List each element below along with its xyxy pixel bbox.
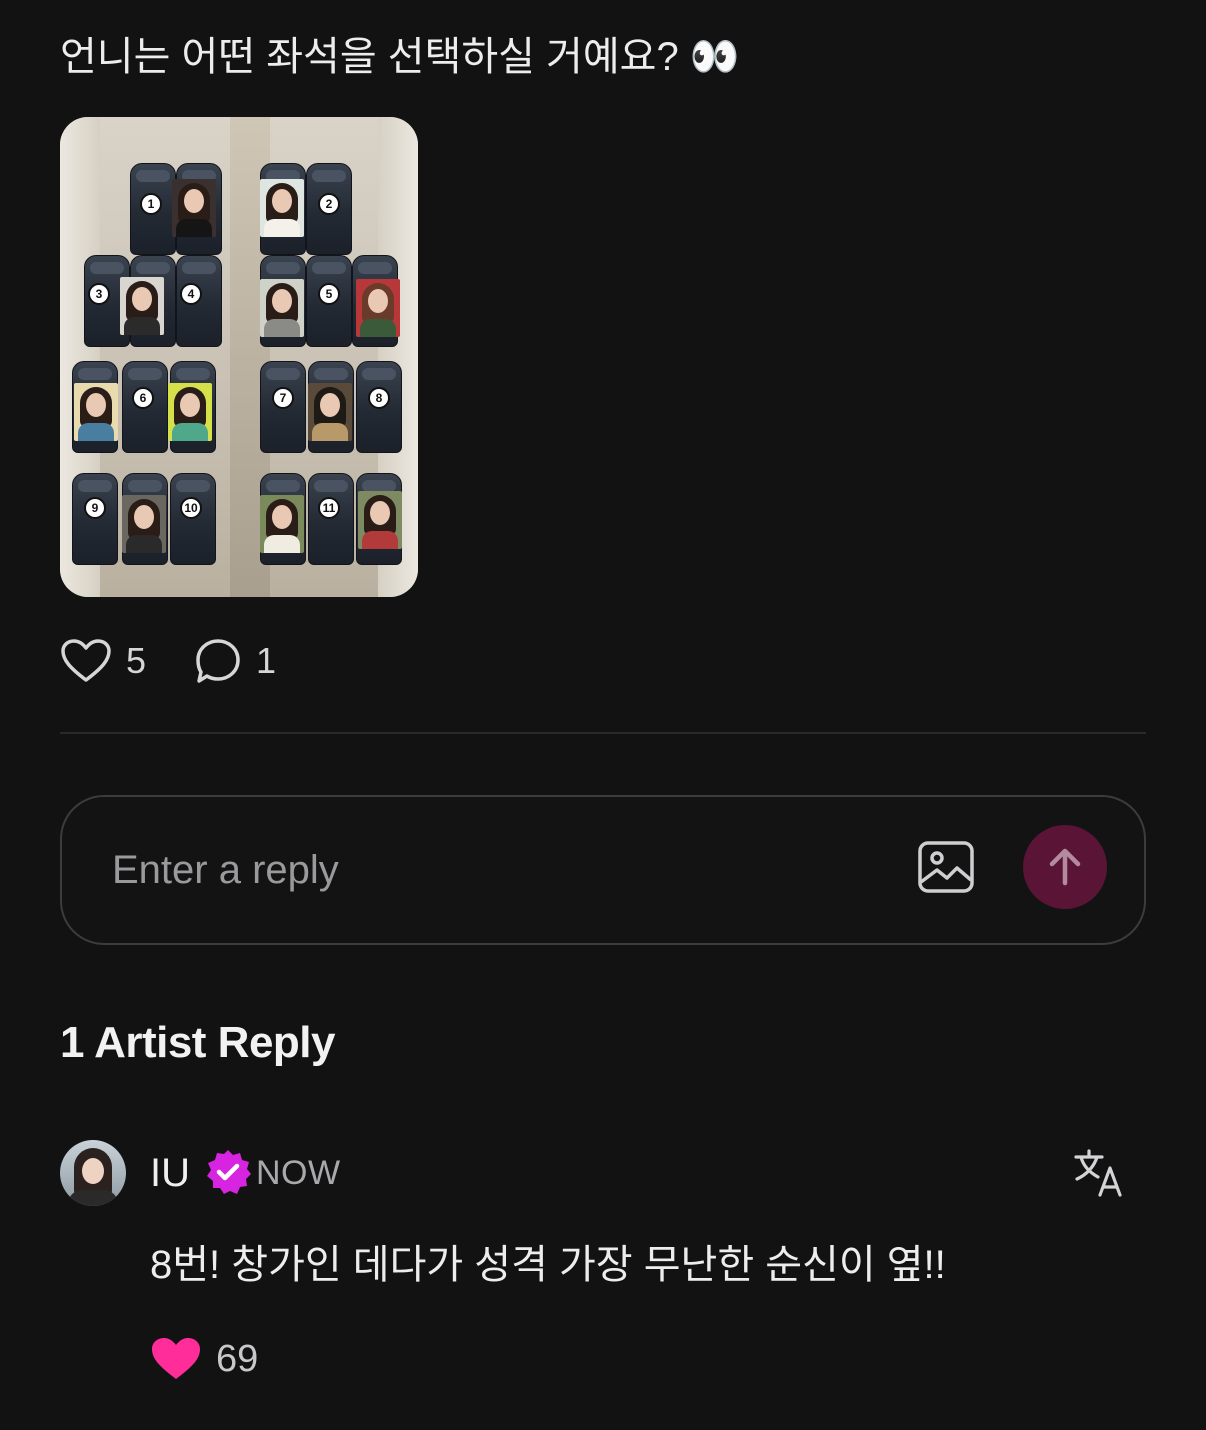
seat-photo bbox=[74, 383, 118, 441]
arrow-up-icon bbox=[1049, 848, 1081, 886]
seat bbox=[170, 473, 216, 565]
heart-filled-icon bbox=[152, 1338, 200, 1379]
seat bbox=[72, 473, 118, 565]
comment-button[interactable]: 1 bbox=[194, 636, 276, 686]
seat-number-badge: 9 bbox=[84, 497, 106, 519]
translate-button[interactable] bbox=[1072, 1148, 1126, 1198]
seat-number-badge: 8 bbox=[368, 387, 390, 409]
seat-number-badge: 6 bbox=[132, 387, 154, 409]
reply-author-name[interactable]: IU bbox=[150, 1150, 190, 1196]
seat-number-badge: 3 bbox=[88, 283, 110, 305]
seat-photo bbox=[260, 179, 304, 237]
attach-image-button[interactable] bbox=[917, 840, 975, 894]
seat-photo bbox=[260, 279, 304, 337]
like-count: 5 bbox=[126, 640, 147, 681]
seat bbox=[308, 473, 354, 565]
reply-composer bbox=[60, 795, 1146, 945]
artist-replies-title: 1 Artist Reply bbox=[60, 1018, 336, 1067]
verified-badge-icon bbox=[207, 1150, 251, 1194]
avatar[interactable] bbox=[60, 1140, 126, 1206]
reply-input[interactable] bbox=[112, 839, 872, 901]
seat-number-badge: 11 bbox=[318, 497, 340, 519]
seat-number-badge: 7 bbox=[272, 387, 294, 409]
like-button[interactable]: 5 bbox=[60, 636, 146, 686]
post-text: 언니는 어떤 좌석을 선택하실 거예요? 👀 bbox=[60, 35, 740, 79]
comment-bubble-icon bbox=[196, 639, 240, 683]
reply-like-count: 69 bbox=[216, 1338, 259, 1380]
post-image-airplane-seats[interactable]: 1 2 3 4 5 6 7 8 9 10 11 bbox=[60, 117, 418, 597]
send-button[interactable] bbox=[1023, 825, 1107, 909]
seat-photo bbox=[260, 495, 304, 553]
post-detail-page: 언니는 어떤 좌석을 선택하실 거예요? 👀 1 2 3 4 5 6 7 8 9… bbox=[0, 0, 1206, 1430]
seat-photo bbox=[172, 179, 216, 237]
divider bbox=[60, 732, 1146, 734]
seat-number-badge: 5 bbox=[318, 283, 340, 305]
reply-like-button[interactable]: 69 bbox=[150, 1334, 258, 1384]
image-icon bbox=[918, 841, 974, 893]
reply-time: NOW bbox=[256, 1154, 341, 1192]
seat-photo bbox=[358, 491, 402, 549]
heart-outline-icon bbox=[61, 639, 111, 682]
seat-photo bbox=[120, 277, 164, 335]
seat-number-badge: 4 bbox=[180, 283, 202, 305]
seat-photo bbox=[122, 495, 166, 553]
comment-count: 1 bbox=[256, 640, 277, 681]
seat-photo bbox=[308, 383, 352, 441]
reply-text: 8번! 창가인 데다가 성격 가장 무난한 순신이 옆!! bbox=[150, 1243, 946, 1287]
seat-number-badge: 10 bbox=[180, 497, 202, 519]
translate-icon bbox=[1074, 1149, 1122, 1197]
seat-photo bbox=[168, 383, 212, 441]
seat-number-badge: 1 bbox=[140, 193, 162, 215]
seat-number-badge: 2 bbox=[318, 193, 340, 215]
seat-photo bbox=[356, 279, 400, 337]
